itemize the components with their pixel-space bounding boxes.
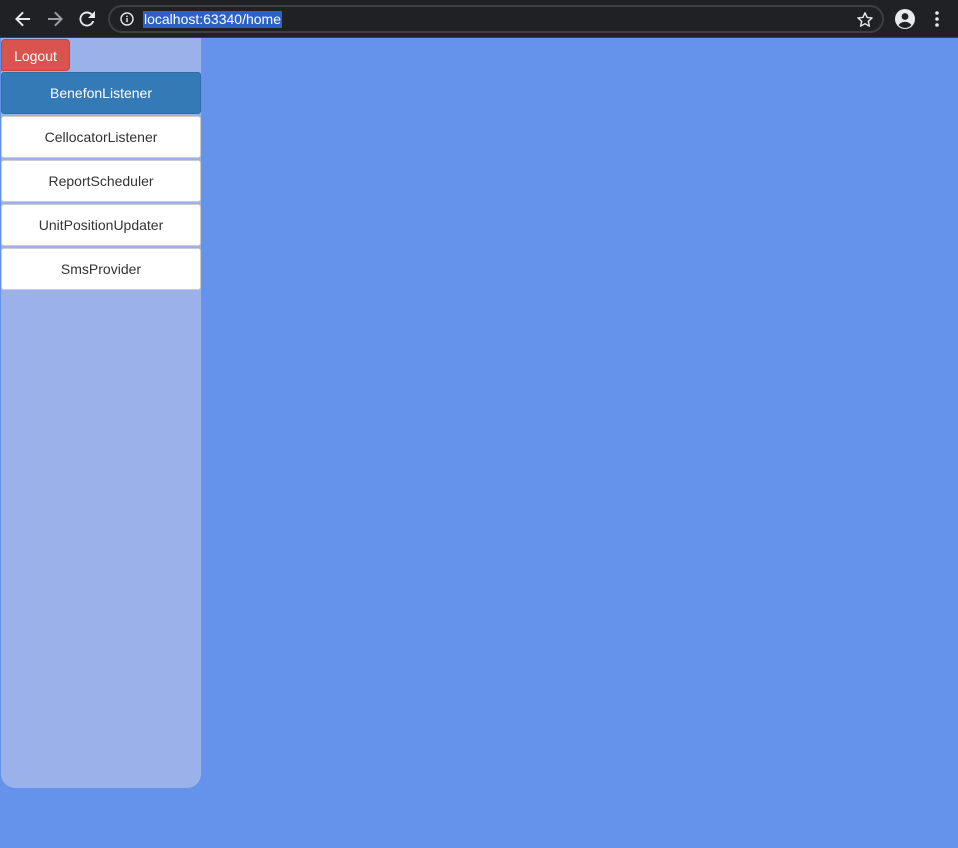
menu-item-report-scheduler[interactable]: ReportScheduler [1, 160, 201, 202]
reload-icon [79, 11, 95, 27]
star-icon[interactable] [856, 11, 874, 29]
profile-button[interactable] [893, 7, 917, 31]
logout-button[interactable]: Logout [1, 39, 70, 71]
browser-menu-button[interactable] [925, 7, 949, 31]
url-text[interactable]: localhost:63340/home [143, 11, 282, 28]
info-icon[interactable] [120, 12, 134, 26]
back-button[interactable] [11, 7, 35, 31]
reload-button[interactable] [75, 7, 99, 31]
menu-item-benefon-listener[interactable]: BenefonListener [1, 72, 201, 114]
address-bar[interactable]: localhost:63340/home [108, 5, 884, 33]
arrow-left-icon [15, 11, 30, 27]
menu-item-cellocator-listener[interactable]: CellocatorListener [1, 116, 201, 158]
menu-item-unit-position-updater[interactable]: UnitPositionUpdater [1, 204, 201, 246]
account-circle-icon [895, 9, 915, 29]
arrow-right-icon [48, 11, 63, 27]
menu-item-sms-provider[interactable]: SmsProvider [1, 248, 201, 290]
browser-toolbar: localhost:63340/home [0, 0, 958, 38]
forward-button[interactable] [43, 7, 67, 31]
kebab-menu-icon [935, 11, 939, 27]
